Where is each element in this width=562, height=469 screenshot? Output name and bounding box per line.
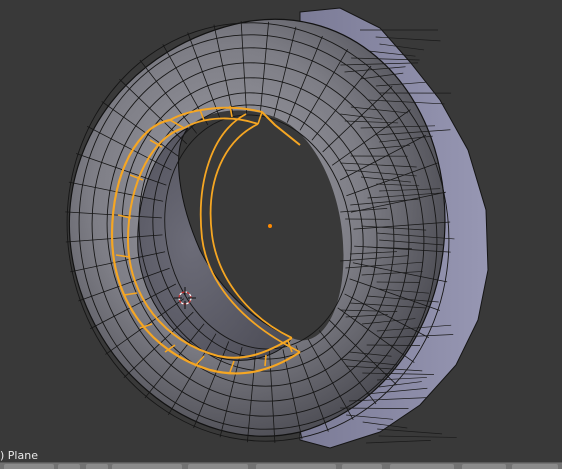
header-tab[interactable] [462,464,506,469]
header-tab[interactable] [342,464,382,469]
header-tab[interactable] [390,464,454,469]
object-origin-icon [268,224,272,228]
viewport-header[interactable] [0,462,562,469]
header-tab[interactable] [256,464,336,469]
header-tab[interactable] [86,464,108,469]
header-tab[interactable] [188,464,248,469]
tire-mesh[interactable] [0,0,562,469]
header-tab[interactable] [4,464,54,469]
3d-viewport[interactable]: ) Plane [0,0,562,469]
header-tab[interactable] [58,464,80,469]
object-info-label: ) Plane [0,449,38,462]
header-tab[interactable] [112,464,182,469]
header-tab[interactable] [512,464,558,469]
